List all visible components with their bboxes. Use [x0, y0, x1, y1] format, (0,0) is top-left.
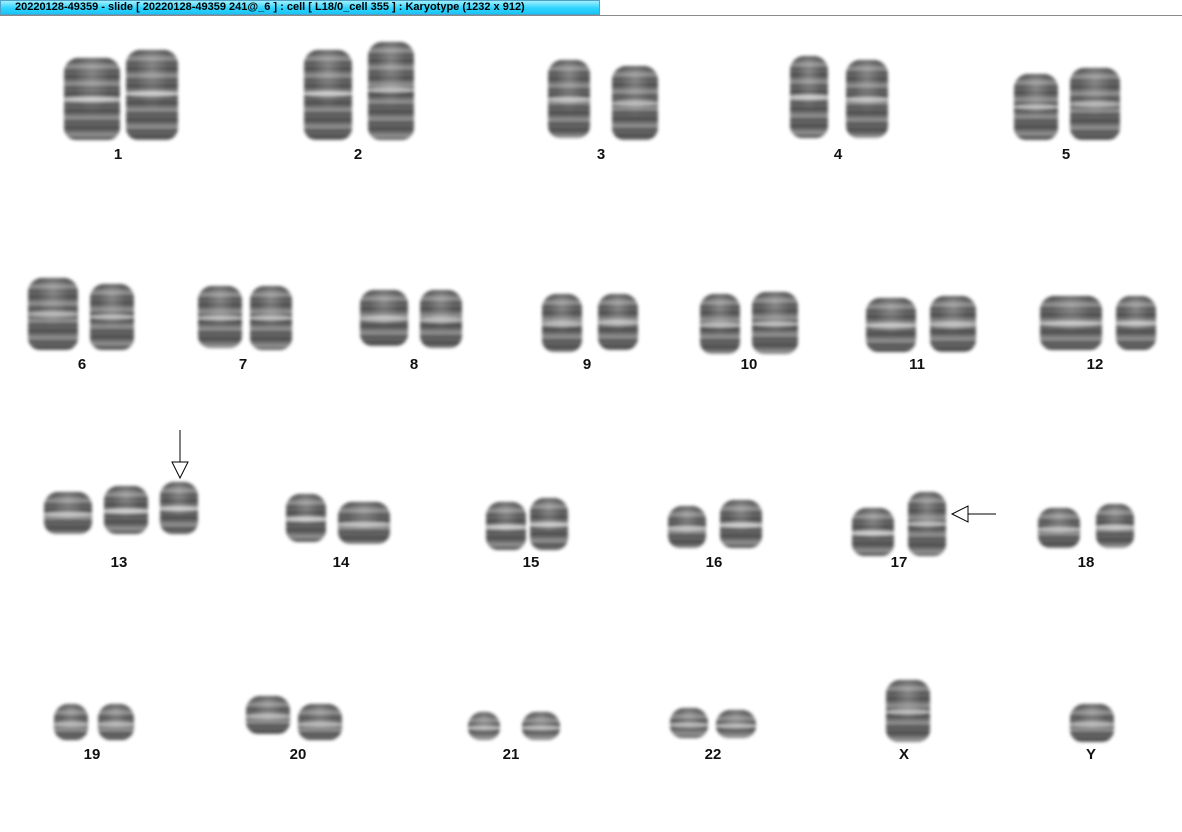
- annotation-layer: [171, 430, 996, 523]
- window-title-bar[interactable]: 20220128-49359 - slide [ 20220128-49359 …: [0, 0, 600, 15]
- arrow-down-icon: [171, 430, 189, 480]
- karyotype-panel: Y X 22 21 20 19 18 17 16 15 14 13 12 11 10 9 8 7 6 5 4 3 2 1: [0, 16, 1182, 832]
- arrow-left-icon: [950, 505, 996, 523]
- window-title: 20220128-49359 - slide [ 20220128-49359 …: [15, 1, 525, 13]
